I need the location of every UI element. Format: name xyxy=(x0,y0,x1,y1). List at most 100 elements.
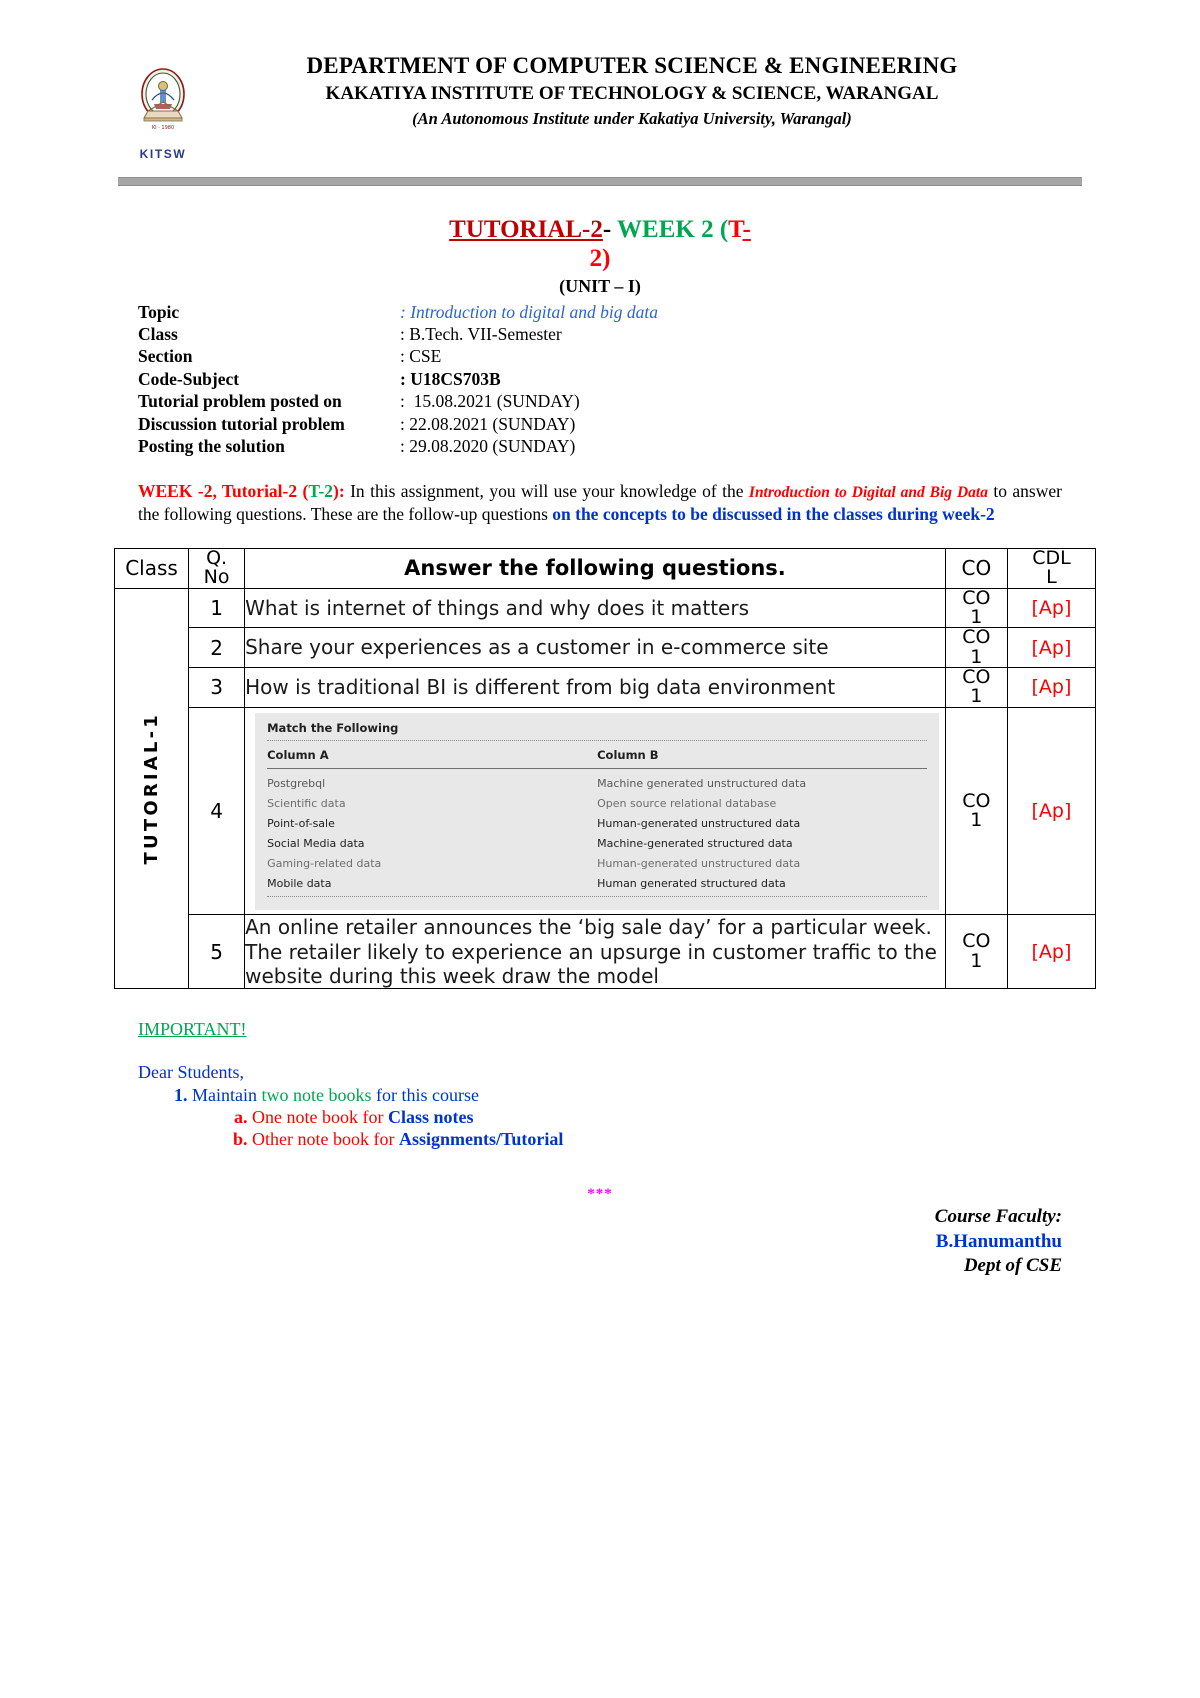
intro-t2: T-2 xyxy=(308,480,334,501)
header-cdl-line2: L xyxy=(1046,566,1057,589)
header-co: CO xyxy=(944,547,1008,589)
table-row: 5 An online retailer announces the ‘big … xyxy=(115,914,1097,990)
meta-text: 29.08.2020 (SUNDAY) xyxy=(409,436,576,457)
row-co-line1: CO xyxy=(962,626,991,649)
meta-sep: : xyxy=(400,436,405,457)
match-pair-a: Scientific data xyxy=(267,796,346,810)
meta-key: Class xyxy=(138,323,178,344)
row-co: CO 1 xyxy=(944,626,1008,669)
meta-value: : 15.08.2021 (SUNDAY) xyxy=(400,390,580,412)
match-pair-b: Human generated structured data xyxy=(597,876,786,890)
note-item-a: Maintain xyxy=(192,1085,262,1106)
meta-sep: : xyxy=(400,346,405,367)
row-co-line2: 1 xyxy=(970,605,983,628)
match-col-a-header: Column A xyxy=(267,748,329,763)
notes-list: Maintain two note books for this course … xyxy=(166,1085,1200,1150)
table-row: 3 How is traditional BI is different fro… xyxy=(115,667,1097,708)
match-pair-row: Gaming-related data Human-generated unst… xyxy=(267,853,927,873)
t-prefix: T xyxy=(728,216,743,243)
row-number: 3 xyxy=(188,667,246,708)
row-co-line2: 1 xyxy=(970,809,983,832)
meta-text: 15.08.2021 (SUNDAY) xyxy=(409,391,580,412)
match-title: Match the Following xyxy=(267,720,399,735)
table-row: TUTORIAL-1 1 What is internet of things … xyxy=(113,586,1097,990)
kitsw-logo: KI · 1980 KITSW xyxy=(132,66,194,161)
meta-row-discussion: Discussion tutorial problem : 22.08.2021… xyxy=(138,413,1200,435)
sub-note-b-blue: Assignments/Tutorial xyxy=(398,1129,564,1150)
meta-sep: : xyxy=(400,301,406,322)
row-cdl: [Ap] xyxy=(1006,914,1097,990)
row-cdl: [Ap] xyxy=(1006,706,1097,916)
meta-sep: : xyxy=(400,391,405,412)
match-pair-b: Human-generated unstructured data xyxy=(597,816,801,830)
unit-label: (UNIT – I) xyxy=(559,275,641,296)
row-co: CO 1 xyxy=(944,586,1008,629)
match-pair-a: Point-of-sale xyxy=(267,816,335,830)
faculty-name: B.Hanumanthu xyxy=(935,1230,1062,1252)
sub-note-b-red: Other note book for xyxy=(252,1129,399,1150)
header-class: Class xyxy=(113,547,190,589)
autonomy-note: (An Autonomous Institute under Kakatiya … xyxy=(412,108,852,128)
meta-text: B.Tech. VII-Semester xyxy=(409,323,562,344)
meta-row-code-subject: Code-Subject : U18CS703B xyxy=(138,368,1200,390)
note-item-green: two note books xyxy=(261,1085,372,1106)
row-question: How is traditional BI is different from … xyxy=(244,667,946,708)
meta-key: Topic xyxy=(138,301,180,322)
header-cdl: CDL L xyxy=(1006,547,1097,589)
match-pair-row: Social Media data Machine-generated stru… xyxy=(267,833,927,853)
row-number: 4 xyxy=(188,706,246,916)
course-faculty-block: Course Faculty: B.Hanumanthu Dept of CSE xyxy=(935,1205,1062,1279)
match-pair-b: Machine generated unstructured data xyxy=(597,776,807,790)
meta-sep: : xyxy=(400,368,406,389)
match-header-row: Column A Column B xyxy=(267,745,927,767)
match-solid-divider xyxy=(267,768,927,770)
logo-caption: KITSW xyxy=(139,147,187,161)
row-question: Share your experiences as a customer in … xyxy=(244,627,946,669)
tutorial-title-line2: 2) xyxy=(589,244,611,272)
meta-text: 22.08.2021 (SUNDAY) xyxy=(409,413,576,434)
header-question-text: Answer the following questions. xyxy=(404,556,786,581)
match-dotted-divider xyxy=(267,739,927,741)
table-header-row: Class Q. No Answer the following questio… xyxy=(113,547,1097,589)
faculty-label: Course Faculty: xyxy=(934,1206,1062,1227)
match-pair-a: Postgrebql xyxy=(267,776,326,790)
row-number: 1 xyxy=(188,587,246,629)
meta-row-posted-on: Tutorial problem posted on : 15.08.2021 … xyxy=(138,390,1200,412)
match-col-b-header: Column B xyxy=(597,748,659,763)
meta-list: Topic : Introduction to digital and big … xyxy=(138,301,1200,458)
match-pair-row: Mobile data Human generated structured d… xyxy=(267,873,927,893)
match-bottom-divider xyxy=(267,896,927,898)
kitsw-emblem-icon: KI · 1980 xyxy=(141,68,185,131)
meta-value: : Introduction to digital and big data xyxy=(400,301,658,323)
meta-sep: : xyxy=(400,323,405,344)
table-row: 4 Match the Following Column A Column B … xyxy=(115,706,1097,916)
row-co-line1: CO xyxy=(962,586,991,609)
meta-value: : 29.08.2020 (SUNDAY) xyxy=(400,435,575,457)
intro-lead: WEEK -2, Tutorial-2 ( xyxy=(138,480,309,501)
meta-row-section: Section : CSE xyxy=(138,345,1200,367)
notes-sublist: One note book for Class notes Other note… xyxy=(228,1107,1200,1150)
sub-note-a-blue: Class notes xyxy=(387,1107,474,1128)
intro-italic-topic: Introduction to Digital and Big Data xyxy=(748,483,988,501)
meta-key: Code-Subject xyxy=(138,368,240,389)
institute-title: KAKATIYA INSTITUTE OF TECHNOLOGY & SCIEN… xyxy=(325,83,939,105)
row-co: CO 1 xyxy=(944,706,1008,916)
document-page: KI · 1980 KITSW DEPARTMENT OF COMPUTER S… xyxy=(0,0,1200,1698)
header-divider xyxy=(118,177,1082,186)
faculty-dept: Dept of CSE xyxy=(963,1255,1062,1277)
match-pair-row: Point-of-sale Human-generated unstructur… xyxy=(267,813,927,833)
important-heading: IMPORTANT! xyxy=(138,1019,247,1040)
questions-table: Class Q. No Answer the following questio… xyxy=(113,547,1097,990)
intro-lead-end: ): xyxy=(333,480,345,501)
meta-value: : U18CS703B xyxy=(400,368,501,390)
row-co: CO 1 xyxy=(944,914,1008,990)
match-pair-a: Gaming-related data xyxy=(267,856,382,870)
meta-value: : CSE xyxy=(400,345,441,367)
match-pair-a: Social Media data xyxy=(267,836,365,850)
intro-blue-tail: on the concepts to be discussed in the c… xyxy=(552,504,995,525)
intro-body1: In this assignment, you will use your kn… xyxy=(344,480,749,501)
match-pair-row: Scientific data Open source relational d… xyxy=(267,793,927,813)
assignment-intro-paragraph: WEEK -2, Tutorial-2 (T-2): In this assig… xyxy=(138,480,1062,526)
header-qno-line2: No xyxy=(203,566,230,589)
row-question-match-image: Match the Following Column A Column B Po… xyxy=(244,706,946,916)
